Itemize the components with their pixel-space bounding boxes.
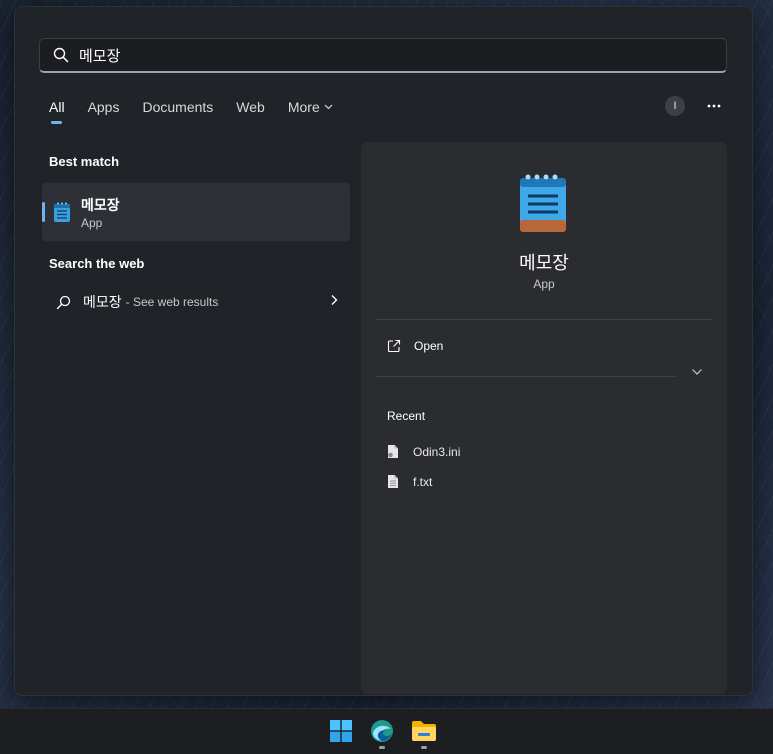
detail-app-name: 메모장 [519, 253, 569, 273]
web-search-result[interactable]: 메모장 - See web results [42, 287, 350, 317]
tab-all[interactable]: All [49, 99, 65, 124]
divider [376, 376, 676, 377]
recent-file-item[interactable]: f.txt [387, 474, 432, 489]
chevron-down-icon [324, 104, 333, 110]
chevron-down-icon[interactable] [691, 368, 705, 382]
start-search-panel: 메모장 All Apps Documents Web More I Best m… [14, 6, 753, 696]
recent-file-item[interactable]: Odin3.ini [387, 444, 460, 459]
taskbar [0, 708, 773, 754]
search-input[interactable]: 메모장 [39, 38, 727, 73]
windows-start-icon[interactable] [328, 718, 354, 744]
open-label: Open [414, 339, 444, 353]
tab-web[interactable]: Web [236, 99, 265, 115]
best-match-heading: Best match [49, 154, 120, 169]
browser-icon[interactable] [369, 718, 395, 744]
detail-app-type: App [533, 277, 555, 291]
notepad-icon [53, 201, 71, 223]
open-external-icon [387, 339, 401, 353]
open-action[interactable]: Open [387, 339, 443, 353]
file-explorer-icon[interactable] [411, 718, 437, 744]
running-indicator [421, 746, 427, 749]
tab-more[interactable]: More [288, 99, 333, 115]
tab-apps[interactable]: Apps [88, 99, 120, 115]
running-indicator [379, 746, 385, 749]
best-match-result[interactable]: 메모장 App [42, 183, 350, 241]
best-match-type: App [81, 216, 103, 230]
web-search-hint: - See web results [125, 295, 219, 309]
best-match-name: 메모장 [81, 197, 120, 213]
search-icon [56, 295, 71, 310]
more-options-icon[interactable] [704, 97, 724, 115]
filter-tabs: All Apps Documents Web More [49, 99, 356, 124]
recent-file-name: Odin3.ini [413, 444, 461, 459]
search-icon [53, 47, 69, 63]
app-detail-pane: 메모장 App Open Recent Odin3.ini f.txt [361, 142, 727, 694]
recent-file-name: f.txt [413, 474, 433, 489]
search-query-text[interactable]: 메모장 [79, 45, 120, 66]
notepad-icon [518, 172, 568, 234]
selection-indicator [42, 202, 45, 222]
divider [376, 319, 712, 320]
web-search-query: 메모장 [83, 294, 122, 310]
tab-documents[interactable]: Documents [142, 99, 213, 115]
file-icon [387, 474, 399, 489]
search-web-heading: Search the web [49, 256, 145, 271]
account-avatar[interactable]: I [665, 96, 685, 116]
tab-more-label: More [287, 99, 320, 115]
chevron-right-icon [330, 294, 338, 306]
recent-heading: Recent [387, 409, 426, 423]
file-icon [387, 444, 399, 459]
